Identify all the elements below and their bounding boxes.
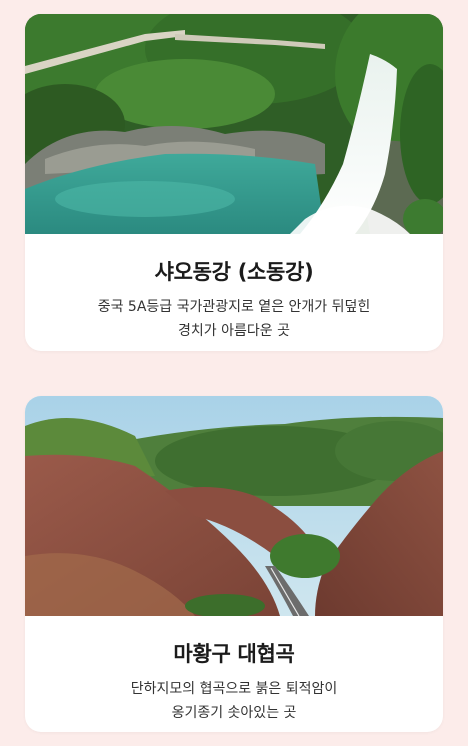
red-canyon-photo [25,396,443,616]
card-description-line: 경치가 아름다운 곳 [178,323,290,339]
card-description-line: 옹기종기 솟아있는 곳 [171,705,297,721]
card-description-line: 중국 5A등급 국가관광지로 옅은 안개가 뒤덮힌 [97,299,371,315]
destination-card-xiaodongjiang[interactable]: 샤오동강 (소동강) 중국 5A등급 국가관광지로 옅은 안개가 뒤덮힌 경치가… [25,14,443,351]
card-description: 단하지모의 협곡으로 붉은 퇴적암이 옹기종기 솟아있는 곳 [49,677,419,725]
card-description-line: 단하지모의 협곡으로 붉은 퇴적암이 [130,681,338,697]
card-description: 중국 5A등급 국가관광지로 옅은 안개가 뒤덮힌 경치가 아름다운 곳 [49,295,419,343]
card-title: 샤오동강 (소동강) [154,260,314,284]
waterfall-lake-photo [25,14,443,234]
destination-card-mahuanggou[interactable]: 마황구 대협곡 단하지모의 협곡으로 붉은 퇴적암이 옹기종기 솟아있는 곳 [25,396,443,732]
card-title: 마황구 대협곡 [173,642,295,666]
